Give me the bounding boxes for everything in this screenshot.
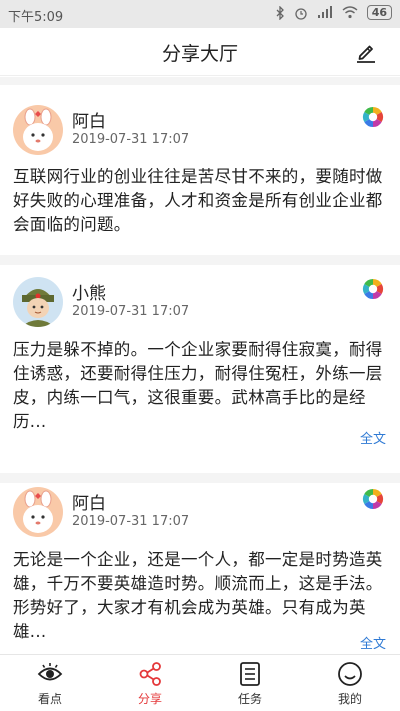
bluetooth-icon [276,5,284,20]
post-card[interactable]: 阿白 2019-07-31 17:07 无论是一个企业，还是一个人，都一定是时势… [0,483,400,654]
post-card[interactable]: 小熊 2019-07-31 17:07 压力是躲不掉的。一个企业家要耐得住寂寞，… [0,265,400,473]
read-full-link[interactable]: 全文 [360,633,386,652]
edit-pen-icon[interactable] [354,40,378,64]
smiley-icon [338,662,362,686]
post-content[interactable]: 压力是躲不掉的。一个企业家要耐得住寂寞，耐得住诱惑，还要耐得住压力，耐得住冤枉，… [13,338,387,434]
post-timestamp: 2019-07-31 17:07 [72,132,190,147]
status-icons: 46 [275,5,392,20]
eye-icon [37,663,63,681]
nav-label: 分享 [137,692,162,706]
app-header: 分享大厅 [0,28,400,76]
wifi-icon [342,6,358,19]
bottom-nav: 看点 分享 任务 我的 [0,654,400,711]
bunny-avatar[interactable] [13,487,63,537]
post-username[interactable]: 阿白 [72,489,106,514]
post-timestamp: 2019-07-31 17:07 [72,514,190,529]
status-time: 下午5:09 [8,10,64,25]
signal-icon [317,6,332,18]
nav-label: 看点 [37,692,62,706]
post-username[interactable]: 小熊 [72,279,106,304]
nav-label: 任务 [237,692,262,706]
nav-tab-mine[interactable]: 我的 [310,661,390,707]
post-content[interactable]: 互联网行业的创业往往是苦尽甘不来的，要随时做好失败的心理准备，人才和资金是所有创… [13,165,387,237]
post-content[interactable]: 无论是一个企业，还是一个人，都一定是时势造英雄，千万不要英雄造时势。顺流而上，这… [13,548,387,644]
post-feed[interactable]: 阿白 2019-07-31 17:07 互联网行业的创业往往是苦尽甘不来的，要随… [0,77,400,654]
app-logo-icon [362,106,384,128]
read-full-link[interactable]: 全文 [360,428,386,447]
nav-tab-kandian[interactable]: 看点 [10,661,90,707]
nav-tab-tasks[interactable]: 任务 [210,661,290,707]
page-title: 分享大厅 [161,43,238,65]
alarm-icon [295,7,307,20]
nav-tab-share[interactable]: 分享 [110,661,190,707]
task-list-icon [240,662,260,686]
status-bar: 下午5:09 46 [0,0,400,28]
post-username[interactable]: 阿白 [72,107,106,132]
app-logo-icon [362,488,384,510]
share-icon [139,662,161,686]
app-logo-icon [362,278,384,300]
battery-icon: 46 [366,5,392,20]
post-timestamp: 2019-07-31 17:07 [72,304,190,319]
post-card[interactable]: 阿白 2019-07-31 17:07 互联网行业的创业往往是苦尽甘不来的，要随… [0,85,400,255]
nav-label: 我的 [337,692,362,706]
soldier-avatar[interactable] [13,277,63,327]
bunny-avatar[interactable] [13,105,63,155]
